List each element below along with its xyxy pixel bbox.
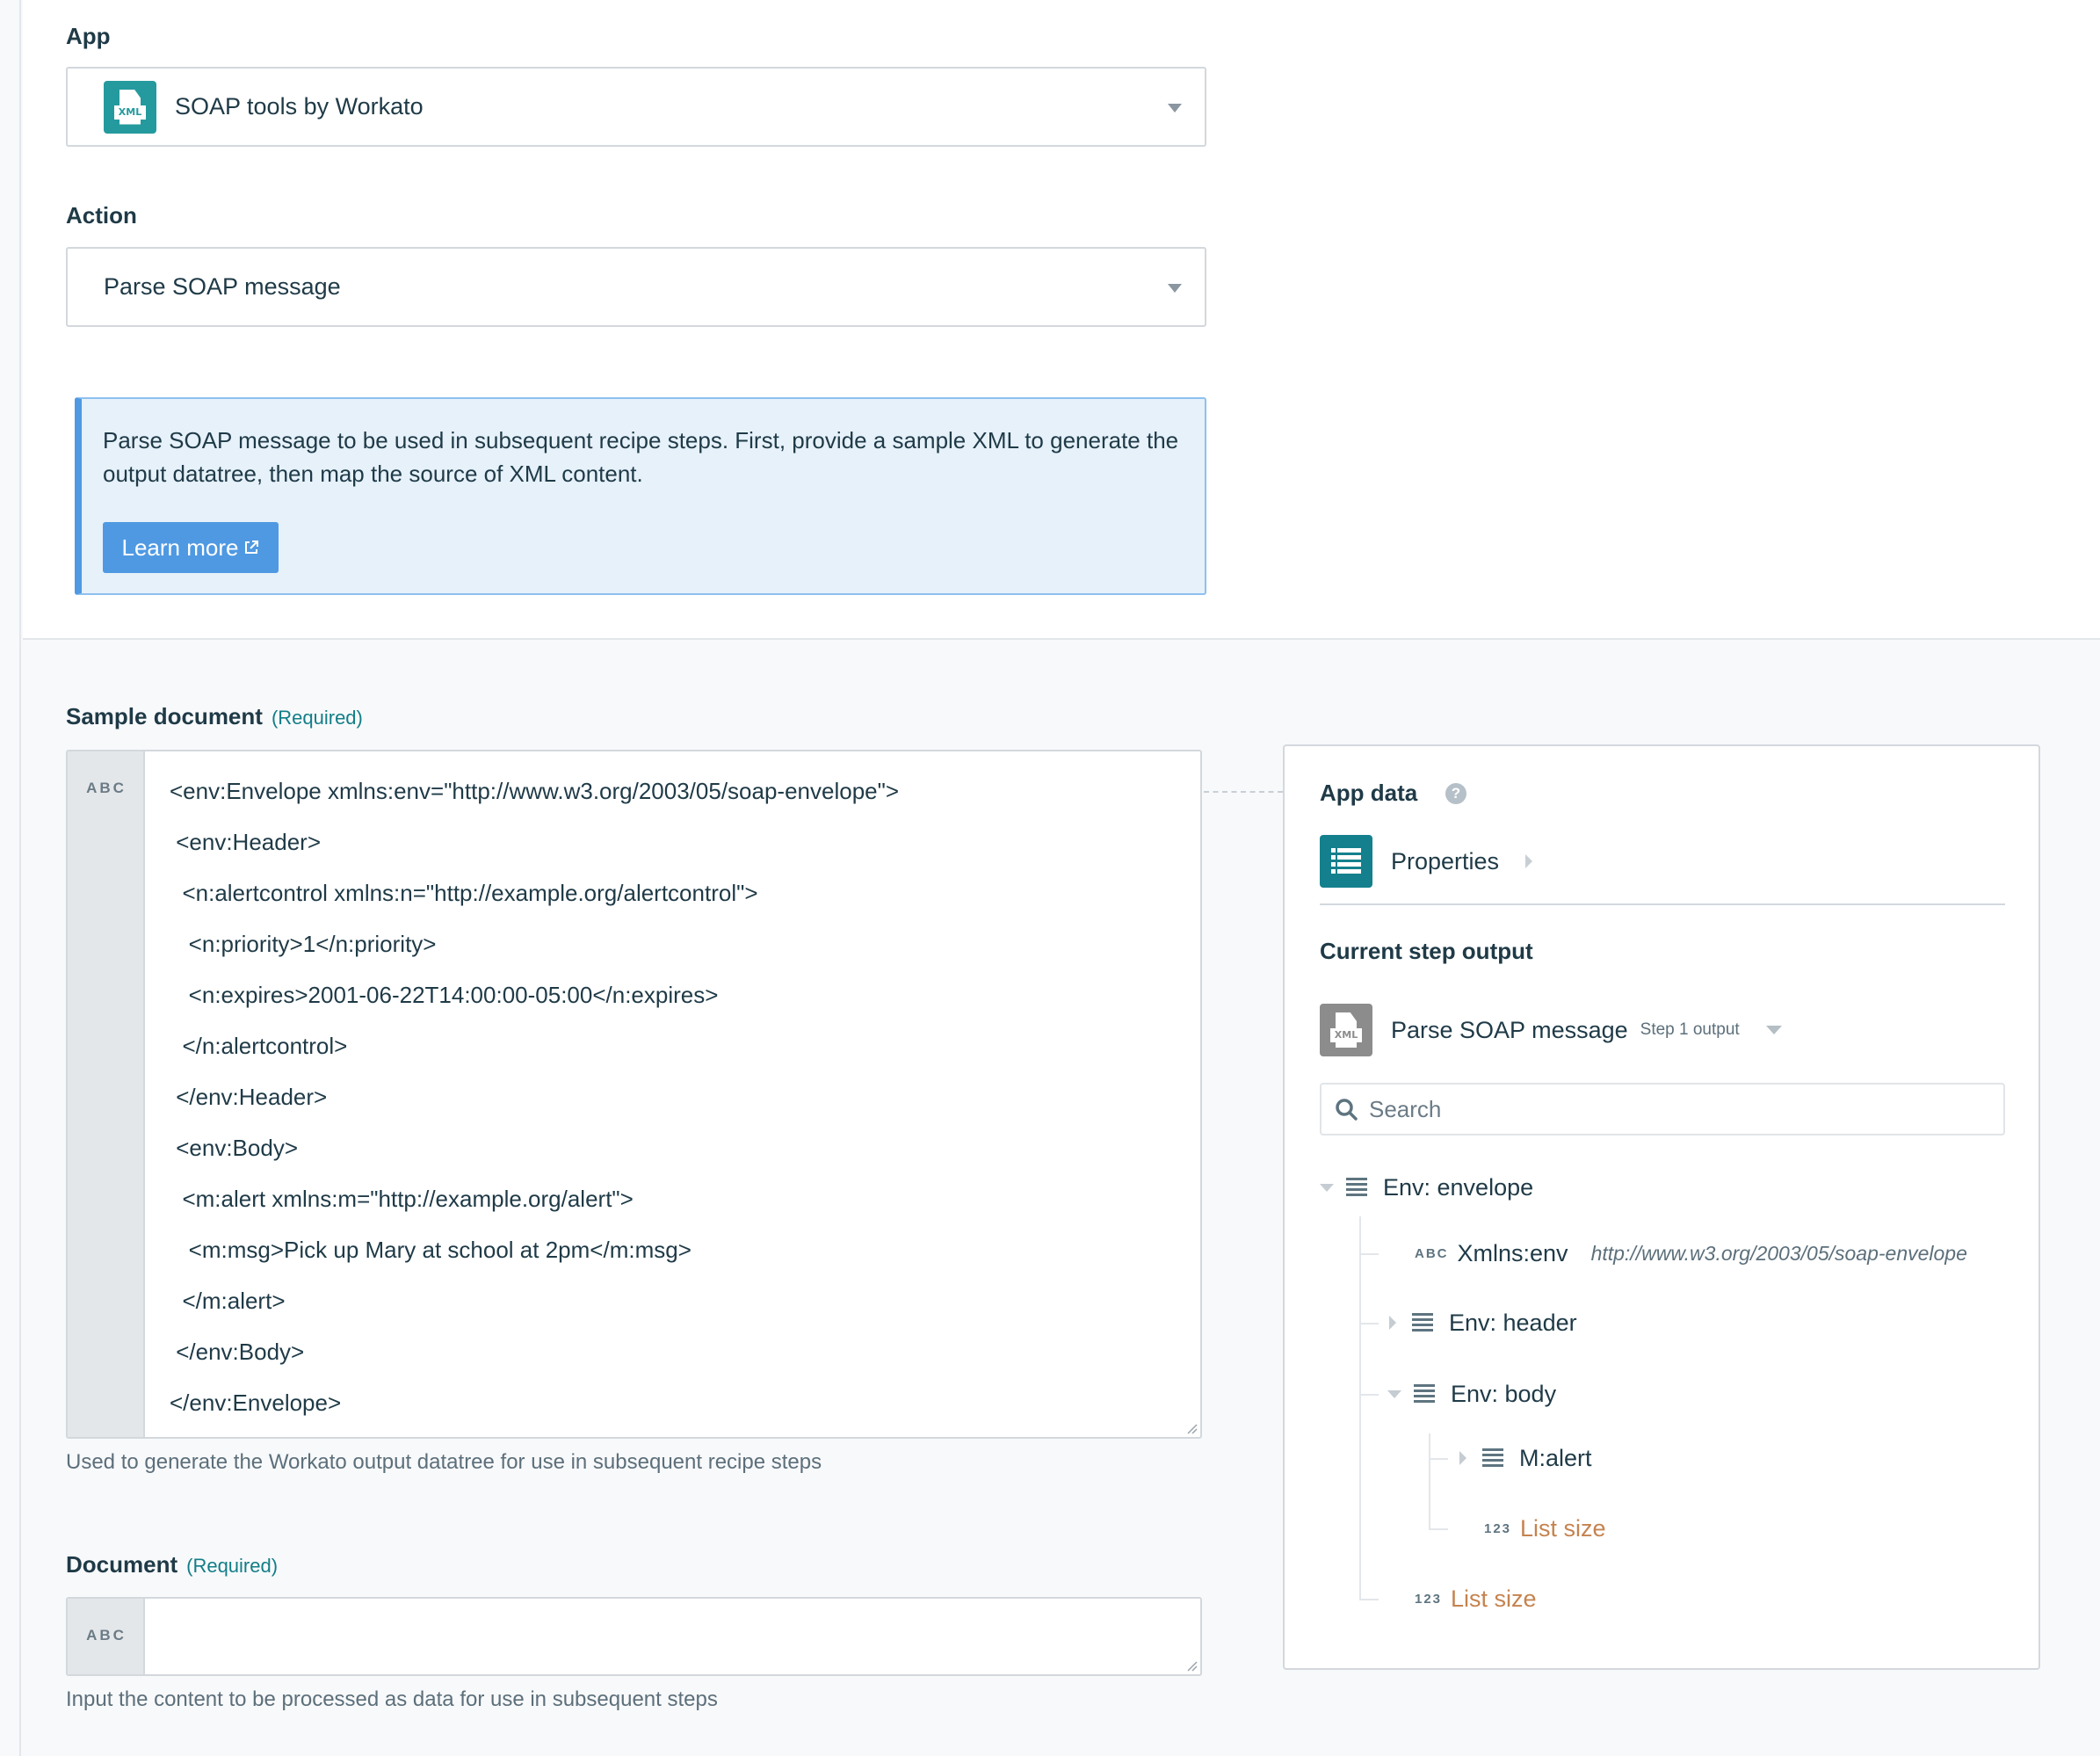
tree-node-label: Env: header — [1449, 1309, 1577, 1336]
tree-line — [1359, 1394, 1379, 1396]
app-select-value: SOAP tools by Workato — [175, 93, 424, 120]
code-line: <n:alertcontrol xmlns:n="http://example.… — [170, 880, 758, 906]
search-input[interactable] — [1369, 1095, 1984, 1123]
resize-handle-icon[interactable] — [1184, 1420, 1198, 1434]
document-label-text: Document — [66, 1551, 178, 1578]
required-tag: (Required) — [271, 707, 363, 729]
learn-more-label: Learn more — [121, 533, 239, 561]
tree-node-xmlns-env[interactable]: ABC Xmlns:env http://www.w3.org/2003/05/… — [1415, 1236, 1967, 1271]
object-icon — [1346, 1178, 1367, 1197]
expand-icon[interactable] — [1389, 1316, 1396, 1330]
sample-document-textarea[interactable]: ABC <env:Envelope xmlns:env="http://www.… — [66, 750, 1202, 1439]
code-line: </env:Header> — [170, 1084, 328, 1110]
properties-label: Properties — [1391, 847, 1500, 874]
code-line: <m:alert xmlns:m="http://example.org/ale… — [170, 1186, 634, 1212]
collapse-icon[interactable] — [1387, 1390, 1401, 1398]
chevron-right-icon — [1525, 854, 1533, 868]
type-gutter: ABC — [68, 1599, 145, 1674]
left-rail — [0, 0, 21, 1756]
text-type-badge: ABC — [86, 1627, 127, 1644]
text-type-badge: ABC — [86, 780, 127, 796]
object-icon — [1414, 1384, 1435, 1404]
info-text: Parse SOAP message to be used in subsequ… — [103, 427, 1179, 487]
document-label: Document (Required) — [66, 1551, 278, 1578]
tree-node-env-body[interactable]: Env: body — [1387, 1376, 1556, 1411]
search-field[interactable] — [1320, 1083, 2005, 1136]
app-data-panel: App data ? Properties Current step outpu… — [1283, 744, 2040, 1670]
tree-line — [1359, 1323, 1379, 1324]
step-name: Parse SOAP message — [1391, 1016, 1628, 1043]
resize-handle-icon[interactable] — [1184, 1658, 1198, 1672]
tree-line — [1429, 1433, 1430, 1530]
dashed-connector — [1204, 791, 1283, 793]
tree-node-label: List size — [1520, 1514, 1606, 1542]
step-sub-label: Step 1 output — [1640, 1020, 1740, 1039]
number-type-badge: 123 — [1415, 1591, 1443, 1607]
tree-node-env-envelope[interactable]: Env: envelope — [1320, 1170, 1533, 1205]
tree-line — [1359, 1253, 1379, 1255]
code-line: <m:msg>Pick up Mary at school at 2pm</m:… — [170, 1237, 692, 1263]
chevron-down-icon — [1765, 1026, 1782, 1034]
document-textarea[interactable]: ABC — [66, 1597, 1202, 1676]
tree-line — [1359, 1216, 1361, 1600]
action-label: Action — [66, 202, 137, 229]
tree-node-body-list-size[interactable]: 123 List size — [1484, 1511, 1606, 1546]
code-line: <n:expires>2001-06-22T14:00:00-05:00</n:… — [170, 982, 719, 1008]
xml-file-icon: XML — [104, 80, 156, 134]
app-action-section: App XML SOAP tools by Workato Action Par… — [23, 0, 2100, 640]
tree-node-label: List size — [1451, 1585, 1537, 1612]
tree-node-label: Env: body — [1451, 1380, 1557, 1407]
sample-document-label: Sample document (Required) — [66, 703, 363, 730]
tree-node-label: Xmlns:env — [1457, 1239, 1568, 1266]
code-line: <n:priority>1</n:priority> — [170, 931, 437, 957]
code-line: </env:Body> — [170, 1339, 305, 1365]
tree-node-label: M:alert — [1519, 1444, 1592, 1471]
current-step-title: Current step output — [1320, 938, 1533, 964]
sample-document-content[interactable]: <env:Envelope xmlns:env="http://www.w3.o… — [170, 766, 1183, 1428]
search-icon — [1336, 1099, 1358, 1121]
expand-icon[interactable] — [1459, 1451, 1466, 1465]
chevron-down-icon — [1168, 104, 1182, 112]
xml-file-icon: XML — [1320, 1004, 1372, 1056]
sample-document-label-text: Sample document — [66, 703, 263, 729]
panel-divider — [1320, 903, 2005, 905]
app-label: App — [66, 23, 111, 49]
action-select-value: Parse SOAP message — [104, 273, 341, 300]
number-type-badge: 123 — [1484, 1520, 1512, 1536]
action-select[interactable]: Parse SOAP message — [66, 247, 1206, 327]
required-tag: (Required) — [186, 1555, 279, 1577]
external-link-icon — [245, 541, 259, 554]
tree-line — [1359, 1599, 1379, 1600]
tree-node-value: http://www.w3.org/2003/05/soap-envelope — [1590, 1241, 1967, 1265]
code-line: </m:alert> — [170, 1288, 286, 1314]
type-gutter: ABC — [68, 751, 145, 1437]
learn-more-button[interactable]: Learn more — [103, 522, 279, 573]
info-box: Parse SOAP message to be used in subsequ… — [75, 397, 1206, 595]
tree-node-root-list-size[interactable]: 123 List size — [1415, 1581, 1537, 1616]
sample-document-helper: Used to generate the Workato output data… — [66, 1450, 822, 1474]
text-type-badge: ABC — [1415, 1245, 1449, 1261]
code-line: <env:Envelope xmlns:env="http://www.w3.o… — [170, 778, 900, 804]
code-line: <env:Header> — [170, 829, 322, 855]
tree-node-m-alert[interactable]: M:alert — [1456, 1440, 1592, 1476]
code-line: <env:Body> — [170, 1135, 298, 1161]
app-select[interactable]: XML SOAP tools by Workato — [66, 67, 1206, 147]
properties-row[interactable]: Properties — [1320, 835, 1533, 888]
app-data-title: App data — [1320, 780, 1418, 806]
document-helper: Input the content to be processed as dat… — [66, 1687, 718, 1711]
help-icon[interactable]: ? — [1445, 783, 1466, 804]
tree-line — [1429, 1528, 1448, 1530]
object-icon — [1482, 1448, 1503, 1468]
collapse-icon[interactable] — [1320, 1183, 1334, 1192]
object-icon — [1412, 1313, 1433, 1332]
list-icon — [1320, 835, 1372, 888]
step-output-selector[interactable]: XML Parse SOAP message Step 1 output — [1320, 1004, 1782, 1056]
tree-node-label: Env: envelope — [1383, 1173, 1534, 1201]
code-line: </n:alertcontrol> — [170, 1033, 348, 1059]
tree-node-env-header[interactable]: Env: header — [1386, 1305, 1577, 1340]
tree-line — [1429, 1458, 1448, 1460]
code-line: </env:Envelope> — [170, 1390, 342, 1416]
chevron-down-icon — [1168, 284, 1182, 293]
